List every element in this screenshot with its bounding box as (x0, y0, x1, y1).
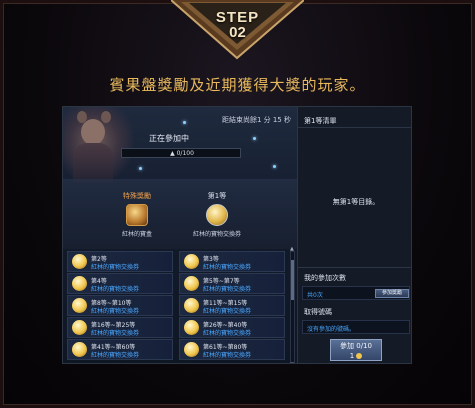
my-entries-box: 共0次 參加獎勵 (302, 286, 410, 300)
featured-rewards (63, 179, 297, 249)
join-button[interactable]: 參加 0/10 1 (330, 339, 382, 361)
ticket-number-box: 沒有參加的號碼。 (302, 320, 410, 334)
ticket-number-empty: 沒有參加的號碼。 (307, 326, 356, 333)
my-entries-value: 共0次 (307, 292, 323, 299)
reward-row[interactable]: 第26等~第40等 紅林的寶物交換券 (179, 317, 285, 338)
reward-row[interactable]: 第4等 紅林的寶物交換券 (67, 273, 173, 294)
participate-reward-button[interactable]: 參加獎勵 (375, 289, 409, 298)
sparkle-icon (139, 167, 142, 170)
scroll-down-icon[interactable]: ▼ (290, 362, 294, 363)
exchange-ticket-icon (184, 254, 199, 269)
ticket-number-label: 取得號碼 (304, 308, 332, 316)
scroll-thumb[interactable] (291, 260, 294, 300)
reward-row[interactable]: 第5等~第7等 紅林的寶物交換券 (179, 273, 285, 294)
reward-item: 紅林的寶物交換券 (91, 308, 140, 315)
step-number: 02 (229, 24, 246, 41)
exchange-ticket-icon (72, 276, 87, 291)
sparkle-icon (253, 137, 256, 140)
reward-item: 紅林的寶物交換券 (91, 330, 140, 337)
join-cost: 1 (331, 351, 381, 361)
reward-list-scrollbar[interactable]: ▲ ▼ (290, 246, 295, 363)
prize-list-panel: 第1等清單 無第1等目錄。 我的參加次數 共0次 參加獎勵 取得號碼 沒有參加的… (297, 107, 411, 363)
progress-label: ▲ 0/100 (170, 150, 194, 157)
progress-bar: ▲ 0/100 (121, 148, 241, 158)
special-reward-name: 紅林的寶盒 (121, 231, 152, 238)
reward-item: 紅林的寶物交換券 (203, 264, 252, 271)
reward-item: 紅林的寶物交換券 (91, 264, 140, 271)
scroll-up-icon[interactable]: ▲ (290, 246, 294, 252)
exchange-ticket-icon (184, 342, 199, 357)
first-prize-name: 紅林的寶物交換券 (192, 231, 241, 238)
reward-item: 紅林的寶物交換券 (203, 330, 252, 337)
divider (298, 267, 411, 268)
first-prize-reward[interactable]: 第1等 紅林的寶物交換券 (187, 191, 247, 238)
treasure-box-icon (126, 204, 148, 226)
my-entries-label: 我的參加次數 (304, 274, 346, 282)
coin-icon (356, 353, 363, 359)
prize-list-title: 第1等清單 (304, 117, 337, 125)
reward-item: 紅林的寶物交換券 (91, 352, 140, 359)
reward-row[interactable]: 第61等~第80等 紅林的寶物交換券 (179, 339, 285, 360)
exchange-ticket-icon (72, 342, 87, 357)
exchange-ticket-icon (184, 298, 199, 313)
sparkle-icon (273, 165, 276, 168)
divider (298, 127, 411, 128)
reward-row[interactable]: 第3等 紅林的寶物交換券 (179, 251, 285, 272)
bingo-left-panel: 距結束尚餘1 分 15 秒 正在參加中 ▲ 0/100 特殊獎勵 紅林的寶盒 第… (63, 107, 297, 363)
reward-item: 紅林的寶物交換券 (203, 308, 252, 315)
character-art (63, 107, 133, 183)
reward-row[interactable]: 第16等~第25等 紅林的寶物交換券 (67, 317, 173, 338)
prize-list-empty: 無第1等目錄。 (332, 198, 380, 206)
special-reward[interactable]: 特殊獎勵 紅林的寶盒 (107, 191, 167, 238)
exchange-ticket-icon (206, 204, 228, 226)
reward-row[interactable]: 第11等~第15等 紅林的寶物交換券 (179, 295, 285, 316)
reward-row[interactable]: 第2等 紅林的寶物交換券 (67, 251, 173, 272)
reward-item: 紅林的寶物交換券 (203, 352, 252, 359)
exchange-ticket-icon (72, 298, 87, 313)
reward-item: 紅林的寶物交換券 (203, 286, 252, 293)
exchange-ticket-icon (184, 320, 199, 335)
countdown-timer: 距結束尚餘1 分 15 秒 (221, 116, 291, 124)
exchange-ticket-icon (184, 276, 199, 291)
game-window: 距結束尚餘1 分 15 秒 正在參加中 ▲ 0/100 特殊獎勵 紅林的寶盒 第… (62, 106, 412, 364)
page-headline: 賓果盤獎勵及近期獲得大獎的玩家。 (109, 76, 366, 94)
first-prize-title: 第1等 (207, 192, 227, 200)
reward-item: 紅林的寶物交換券 (91, 286, 140, 293)
participating-status: 正在參加中 (149, 134, 189, 143)
exchange-ticket-icon (72, 254, 87, 269)
sparkle-icon (183, 121, 186, 124)
special-reward-title: 特殊獎勵 (123, 192, 151, 200)
exchange-ticket-icon (72, 320, 87, 335)
step-badge: STEP 02 (171, 0, 304, 62)
reward-row[interactable]: 第8等~第10等 紅林的寶物交換券 (67, 295, 173, 316)
join-button-label: 參加 0/10 (340, 342, 372, 350)
reward-list: 第2等 紅林的寶物交換券 第3等 紅林的寶物交換券 第4等 紅林的寶物交換券 第5等~第7等… (67, 251, 289, 363)
reward-row[interactable]: 第41等~第60等 紅林的寶物交換券 (67, 339, 173, 360)
